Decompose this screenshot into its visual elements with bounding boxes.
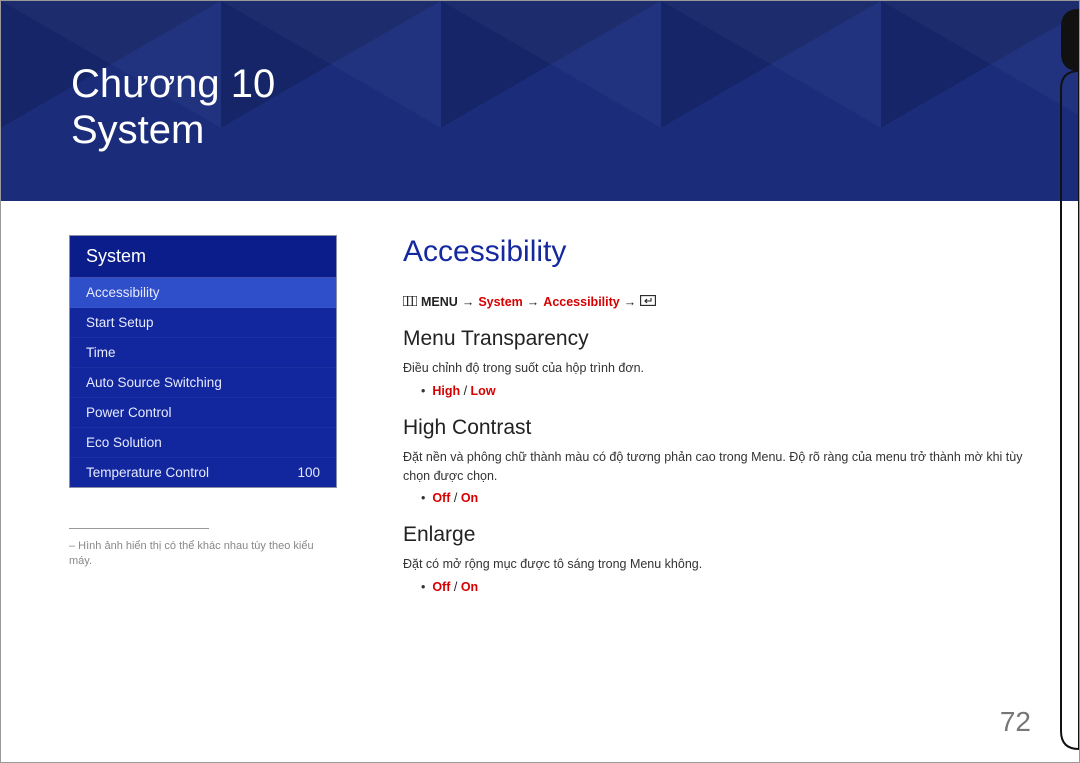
sidebar-item-label: Time [86,345,116,360]
sidebar-item-label: Temperature Control [86,465,209,480]
section-heading-menu-transparency: Menu Transparency [403,327,1025,351]
main-content: Accessibility MENU → System → Accessibil… [403,235,1025,612]
option-off: Off [432,580,450,594]
enter-key-icon [640,295,656,309]
footnote-rule [69,528,209,529]
breadcrumb-accessibility: Accessibility [543,295,619,309]
sidebar-item-power-control[interactable]: Power Control [70,398,336,428]
sidebar-footnote: – Hình ảnh hiển thị có thể khác nhau tùy… [69,539,337,570]
section-desc: Đặt nền và phông chữ thành màu có độ tươ… [403,448,1025,486]
sidebar-item-value: 100 [297,465,320,480]
sidebar-item-label: Accessibility [86,285,160,300]
chapter-title: System [71,107,1079,153]
arrow-icon: → [527,295,540,309]
breadcrumb: MENU → System → Accessibility → [403,295,1025,309]
option-high: High [432,384,460,398]
sidebar-item-start-setup[interactable]: Start Setup [70,308,336,338]
option-low: Low [471,384,496,398]
sidebar-item-time[interactable]: Time [70,338,336,368]
section-heading-high-contrast: High Contrast [403,416,1025,440]
sidebar-item-temperature-control[interactable]: Temperature Control 100 [70,458,336,487]
body-layout: System Accessibility Start Setup Time Au… [1,201,1079,612]
section-options: • Off / On [421,491,1025,505]
option-on: On [461,491,478,505]
page: Chương 10 System System Accessibility St… [0,0,1080,763]
chapter-label: Chương 10 [71,61,1079,107]
arrow-icon: → [462,295,475,309]
section-heading-enlarge: Enlarge [403,523,1025,547]
breadcrumb-system: System [478,295,522,309]
breadcrumb-menu: MENU [421,295,458,309]
sidebar-item-label: Power Control [86,405,172,420]
chapter-hero: Chương 10 System [1,1,1079,201]
sidebar-item-accessibility[interactable]: Accessibility [70,278,336,308]
option-off: Off [432,491,450,505]
sidebar: System Accessibility Start Setup Time Au… [69,235,337,612]
sidebar-title: System [70,236,336,278]
option-on: On [461,580,478,594]
section-desc: Điều chỉnh độ trong suốt của hộp trình đ… [403,359,1025,378]
menu-grid-icon [403,295,417,309]
section-options: • High / Low [421,384,1025,398]
section-desc: Đặt có mở rộng mục được tô sáng trong Me… [403,555,1025,574]
sidebar-item-eco-solution[interactable]: Eco Solution [70,428,336,458]
sidebar-box: System Accessibility Start Setup Time Au… [69,235,337,488]
sidebar-item-label: Eco Solution [86,435,162,450]
arrow-icon: → [624,295,637,309]
sidebar-item-label: Auto Source Switching [86,375,222,390]
page-number: 72 [1000,706,1031,738]
sidebar-item-label: Start Setup [86,315,154,330]
section-options: • Off / On [421,580,1025,594]
page-title: Accessibility [403,235,1025,269]
sidebar-item-auto-source-switching[interactable]: Auto Source Switching [70,368,336,398]
